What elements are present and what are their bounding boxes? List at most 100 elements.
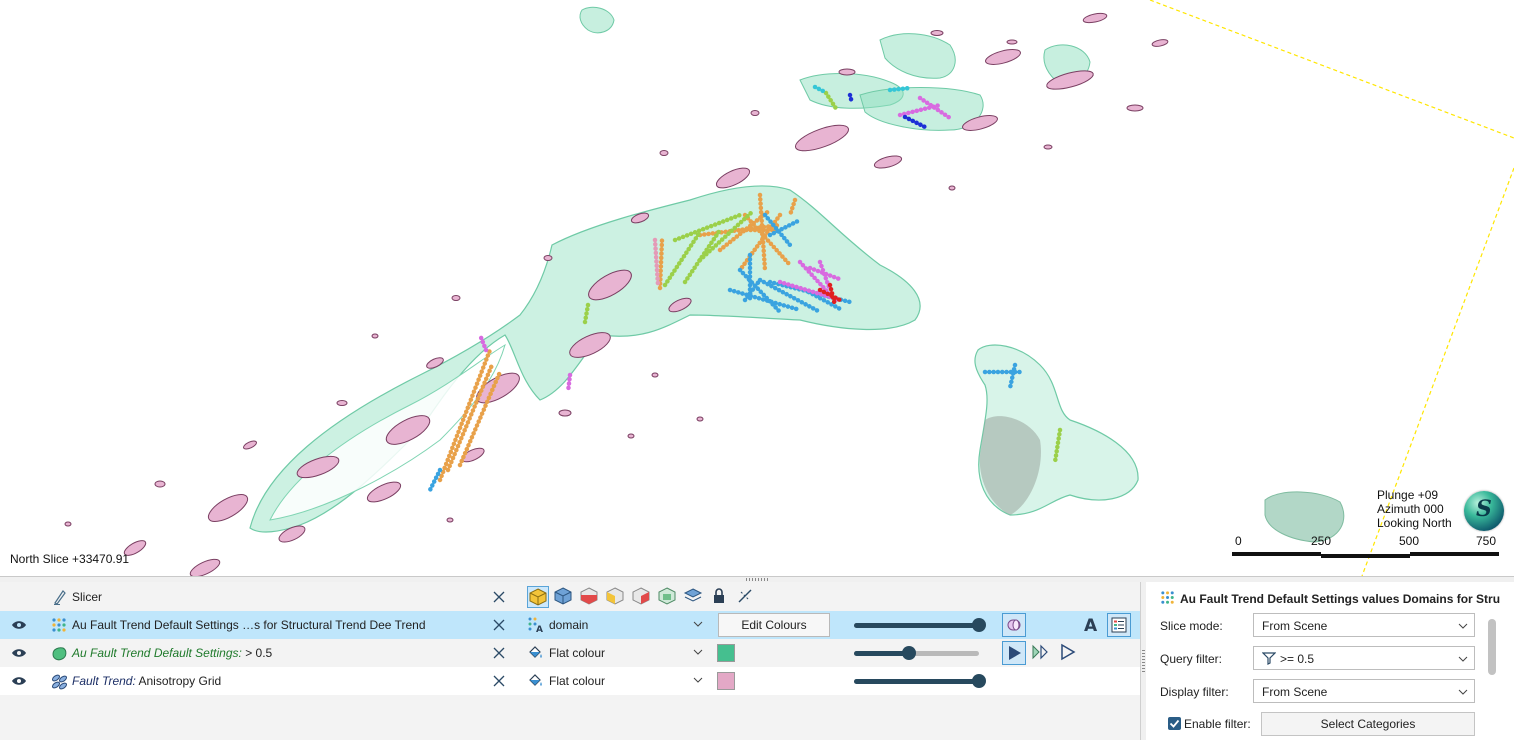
slicer-tool-layers-icon[interactable] <box>683 586 705 608</box>
visibility-eye-icon[interactable] <box>11 676 27 686</box>
scrollbar-thumb[interactable] <box>1488 619 1496 675</box>
3d-scene-viewport[interactable]: North Slice +33470.91 Plunge +09 Azimuth… <box>0 0 1514 576</box>
scale-segment <box>1410 552 1499 556</box>
opacity-slider[interactable] <box>854 618 986 632</box>
scale-tick-0: 0 <box>1235 534 1242 548</box>
slicer-icon <box>54 590 66 605</box>
properties-title-text: Au Fault Trend Default Settings values D… <box>1180 592 1500 606</box>
chevron-down-icon <box>693 677 703 683</box>
paint-bucket-icon <box>529 646 542 658</box>
chevron-down-icon <box>1458 689 1468 695</box>
slice-mode-label: Slice mode: <box>1160 619 1223 633</box>
slice-mode-select[interactable]: From Scene <box>1253 613 1475 637</box>
opacity-slider[interactable] <box>854 674 986 688</box>
remove-object-icon[interactable] <box>491 617 507 633</box>
opacity-slider[interactable] <box>854 646 984 660</box>
colour-swatch[interactable] <box>717 672 735 690</box>
plunge-readout: Plunge +09 <box>1377 488 1439 502</box>
azimuth-readout: Azimuth 000 <box>1377 502 1444 516</box>
slice-line-icon[interactable] <box>735 586 757 608</box>
orientation-readout: Plunge +09 Azimuth 000 Looking North <box>1377 488 1452 530</box>
slicer-tool-blue-cube-icon[interactable] <box>553 586 575 608</box>
slider-handle[interactable] <box>972 618 986 632</box>
chevron-down-icon <box>693 621 703 627</box>
slicer-tool-red-half-icon[interactable] <box>631 586 653 608</box>
object-label-italic: Au Fault Trend Default Settings: <box>72 646 242 660</box>
compass-letter: S <box>1476 496 1492 522</box>
object-label-rest: > 0.5 <box>241 646 273 660</box>
slider-handle[interactable] <box>972 674 986 688</box>
object-label: Fault Trend: Anisotropy Grid <box>72 674 221 688</box>
block-model-icon <box>52 618 66 632</box>
object-row-slicer[interactable]: Slicer <box>0 583 1140 611</box>
query-filter-label: Query filter: <box>1160 652 1223 666</box>
edit-colours-button[interactable]: Edit Colours <box>718 613 830 637</box>
slider-handle[interactable] <box>902 646 916 660</box>
play-outline-icon[interactable] <box>1056 641 1080 665</box>
domain-colour-icon: A <box>528 617 543 633</box>
properties-scrollbar[interactable] <box>1486 615 1498 740</box>
lock-icon[interactable] <box>709 586 731 608</box>
scene-canvas[interactable] <box>0 0 1514 576</box>
object-row-block-model[interactable]: Au Fault Trend Default Settings …s for S… <box>0 611 1140 639</box>
slice-label: North Slice +33470.91 <box>10 552 130 566</box>
display-filter-value: From Scene <box>1262 685 1328 699</box>
remove-object-icon[interactable] <box>491 645 507 661</box>
filter-funnel-icon <box>1262 652 1276 665</box>
legend-list-icon[interactable] <box>1107 613 1131 637</box>
top-shell <box>579 6 615 34</box>
splitter-grip-icon <box>1142 650 1145 672</box>
checkmark-icon <box>1169 719 1180 728</box>
properties-panel: Au Fault Trend Default Settings values D… <box>1146 582 1514 740</box>
chevron-down-icon <box>693 649 703 655</box>
boundary-box-lines <box>1149 0 1514 576</box>
visibility-eye-icon[interactable] <box>11 620 27 630</box>
object-label: Au Fault Trend Default Settings: > 0.5 <box>72 646 272 660</box>
play-forward-icon[interactable] <box>1002 641 1026 665</box>
colour-mode-select[interactable]: Flat colour <box>527 643 707 663</box>
anisotropy-icon <box>51 674 68 690</box>
slicer-tool-green-box-icon[interactable] <box>657 586 679 608</box>
scale-tick-250: 250 <box>1311 534 1332 548</box>
remove-object-icon[interactable] <box>491 589 507 605</box>
object-row-isosurface[interactable]: Au Fault Trend Default Settings: > 0.5 F… <box>0 639 1140 667</box>
properties-title: Au Fault Trend Default Settings values D… <box>1160 590 1500 606</box>
object-label-italic: Fault Trend: <box>72 674 136 688</box>
cylinder-view-icon[interactable] <box>1002 613 1026 637</box>
slicer-tool-red-cube-icon[interactable] <box>579 586 601 608</box>
colour-mode-value: domain <box>549 618 589 632</box>
scale-segment <box>1232 552 1321 556</box>
slicer-tool-yellow-cube-icon[interactable] <box>527 586 549 608</box>
slice-mode-value: From Scene <box>1262 619 1328 633</box>
upper-shell-2 <box>879 33 956 79</box>
visibility-eye-icon[interactable] <box>11 648 27 658</box>
text-label-icon[interactable]: A <box>1080 613 1104 637</box>
isosurface-icon <box>52 647 67 661</box>
block-model-icon <box>1161 591 1174 604</box>
display-filter-label: Display filter: <box>1160 685 1229 699</box>
select-categories-button[interactable]: Select Categories <box>1261 712 1475 736</box>
colour-mode-value: Flat colour <box>549 646 606 660</box>
colour-swatch[interactable] <box>717 644 735 662</box>
slider-fill <box>854 651 909 656</box>
remove-object-icon[interactable] <box>491 673 507 689</box>
object-row-anisotropy-grid[interactable]: Fault Trend: Anisotropy Grid Flat colour <box>0 667 1140 695</box>
shown-objects-panel: Slicer Au Fault Trend Default Settings …… <box>0 582 1140 740</box>
scale-bar: 0 250 500 750 <box>1232 532 1502 562</box>
display-filter-select[interactable]: From Scene <box>1253 679 1475 703</box>
svg-text:A: A <box>1084 616 1098 635</box>
view-compass-icon[interactable]: S <box>1464 491 1504 531</box>
paint-bucket-icon <box>529 674 542 686</box>
query-filter-select[interactable]: >= 0.5 <box>1253 646 1475 670</box>
scale-segment <box>1321 554 1410 558</box>
play-mirror-icon[interactable] <box>1029 641 1053 665</box>
enable-filter-checkbox[interactable] <box>1168 717 1181 730</box>
colour-mode-value: Flat colour <box>549 674 606 688</box>
slicer-tool-yellow-half-icon[interactable] <box>605 586 627 608</box>
scale-tick-750: 750 <box>1476 534 1497 548</box>
colour-mode-select[interactable]: Flat colour <box>527 671 707 691</box>
splitter-grip-icon <box>746 578 768 581</box>
slider-fill <box>854 679 979 684</box>
colour-mode-select[interactable]: A domain <box>527 615 707 635</box>
looking-readout: Looking North <box>1377 516 1452 530</box>
